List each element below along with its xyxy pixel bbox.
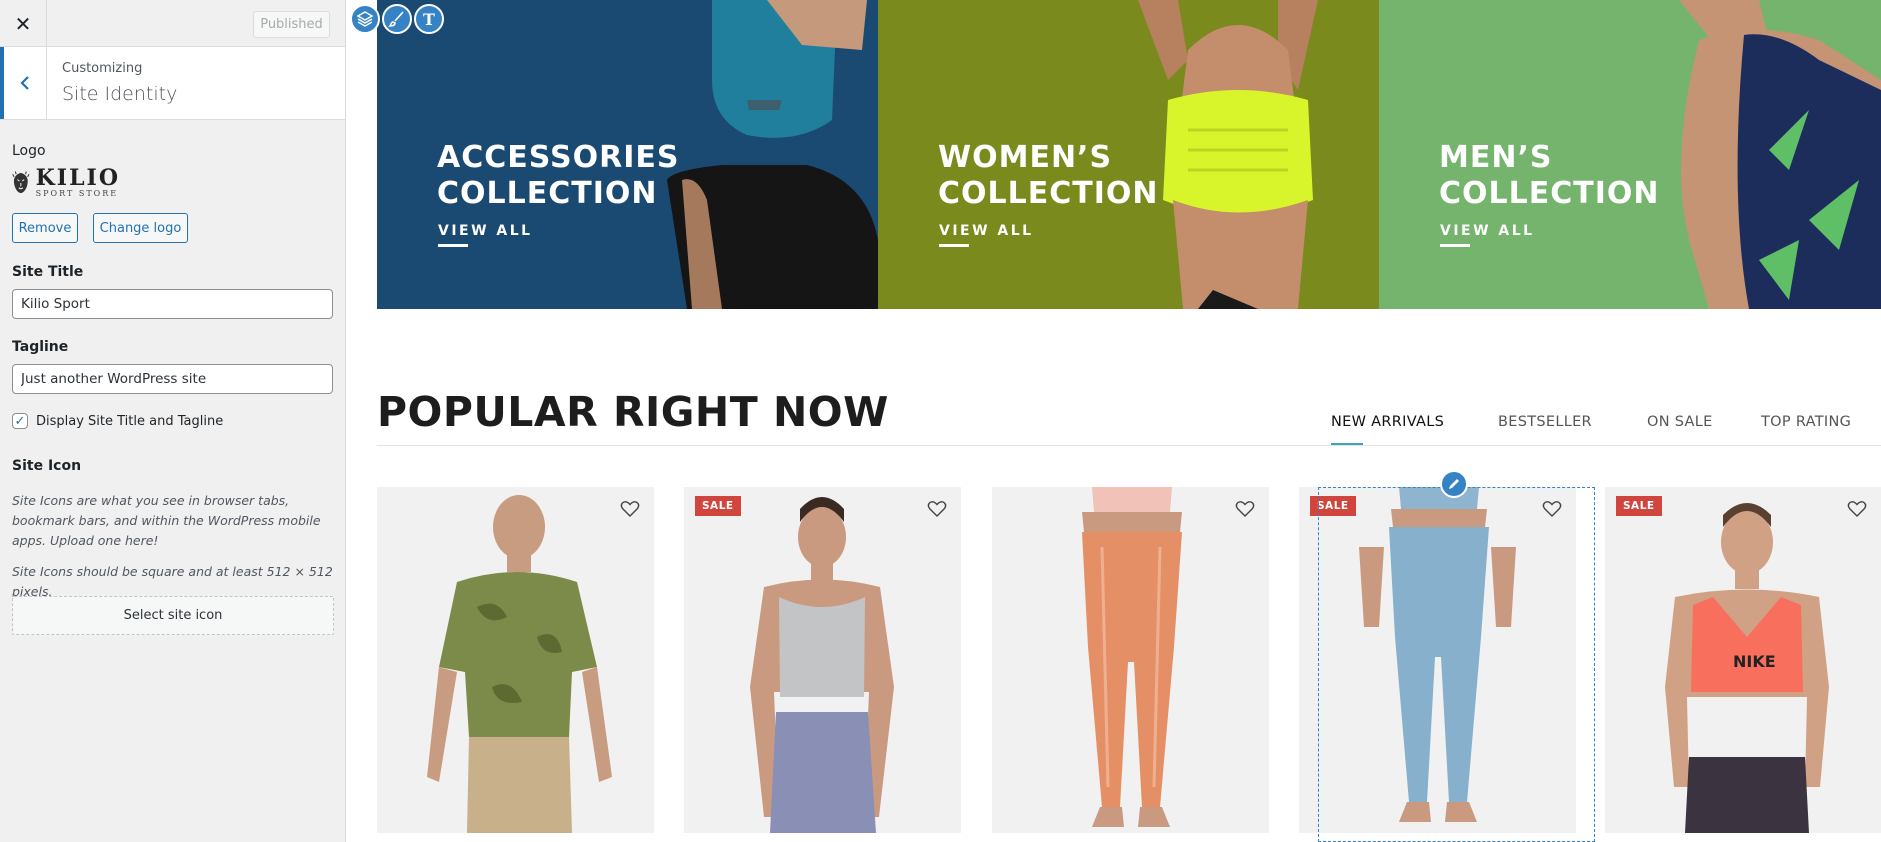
tab-on-sale[interactable]: ON SALE — [1647, 414, 1713, 430]
edit-shortcut-button[interactable] — [1440, 470, 1468, 498]
site-logo: KILIO SPORT STORE — [12, 164, 120, 202]
brush-shortcut-button[interactable] — [382, 4, 412, 34]
close-customizer-button[interactable]: ✕ — [0, 0, 47, 47]
sale-badge: SALE — [1616, 496, 1662, 516]
banner-womens[interactable]: WOMEN’S COLLECTION VIEW ALL — [878, 0, 1379, 309]
back-button[interactable] — [0, 47, 47, 119]
change-logo-button[interactable]: Change logo — [93, 213, 188, 243]
close-icon: ✕ — [14, 11, 32, 36]
customizer-header: ✕ Published — [0, 0, 345, 47]
product-card[interactable] — [377, 487, 654, 833]
banner-title: WOMEN’S COLLECTION — [938, 140, 1159, 211]
product-image — [1082, 487, 1182, 827]
link-underline — [438, 244, 468, 247]
product-card[interactable]: SALE — [1299, 487, 1576, 833]
tagline-input[interactable] — [12, 364, 333, 394]
tab-bestseller[interactable]: BESTSELLER — [1498, 414, 1592, 430]
banner-title: MEN’S COLLECTION — [1439, 140, 1660, 211]
tagline-label: Tagline — [12, 339, 69, 355]
site-icon-label: Site Icon — [12, 458, 82, 474]
tab-new-arrivals[interactable]: NEW ARRIVALS — [1331, 414, 1444, 430]
logo-label: Logo — [12, 143, 46, 159]
product-image — [750, 497, 894, 833]
layers-shortcut-button[interactable] — [350, 4, 380, 34]
heart-icon[interactable] — [1847, 500, 1867, 518]
product-image — [427, 495, 612, 833]
product-card[interactable]: SALE — [684, 487, 961, 833]
text-shortcut-button[interactable]: T — [414, 4, 444, 34]
product-card[interactable]: NIKE SALE — [1605, 487, 1881, 833]
brush-icon — [388, 11, 404, 27]
tab-top-rating[interactable]: TOP RATING — [1761, 414, 1851, 430]
display-title-tagline-label[interactable]: Display Site Title and Tagline — [36, 414, 223, 429]
display-title-tagline-checkbox[interactable]: ✓ — [12, 413, 28, 429]
heart-icon[interactable] — [1542, 500, 1562, 518]
divider — [377, 445, 1881, 446]
select-site-icon-button[interactable]: Select site icon — [12, 596, 334, 635]
site-preview: T ACCESSORIES COLLECTION VIEW ALL WOMEN’S… — [347, 0, 1881, 842]
edit-shortcuts: T — [350, 4, 444, 34]
section-header: Customizing Site Identity — [0, 47, 345, 120]
site-title-label: Site Title — [12, 264, 84, 280]
banner-view-all-link[interactable]: VIEW ALL — [438, 223, 533, 239]
banner-accessories[interactable]: ACCESSORIES COLLECTION VIEW ALL — [377, 0, 878, 309]
banner-view-all-link[interactable]: VIEW ALL — [1440, 223, 1535, 239]
banner-view-all-link[interactable]: VIEW ALL — [939, 223, 1034, 239]
link-underline — [939, 244, 969, 247]
site-title-input[interactable] — [12, 289, 333, 319]
layers-icon — [356, 11, 374, 27]
sale-badge: SALE — [1310, 496, 1356, 516]
section-breadcrumb: Customizing — [62, 61, 143, 76]
banner-mens[interactable]: MEN’S COLLECTION VIEW ALL — [1379, 0, 1881, 309]
publish-button[interactable]: Published — [253, 11, 330, 38]
product-card[interactable] — [992, 487, 1269, 833]
product-image: NIKE — [1665, 503, 1829, 833]
product-image — [1359, 487, 1516, 822]
site-icon-description: Site Icons are what you see in browser t… — [12, 493, 321, 548]
customizer-sidebar: ✕ Published Customizing Site Identity Lo… — [0, 0, 346, 842]
heart-icon[interactable] — [620, 500, 640, 518]
text-icon: T — [423, 9, 435, 29]
pencil-icon — [1449, 479, 1459, 489]
chevron-left-icon — [20, 76, 29, 90]
section-title: Site Identity — [62, 83, 178, 105]
logo-subtitle: SPORT STORE — [35, 189, 119, 198]
heart-icon[interactable] — [927, 500, 947, 518]
lion-logo-icon — [12, 171, 30, 194]
logo-wordmark: KILIO — [35, 165, 120, 191]
remove-logo-button[interactable]: Remove — [12, 213, 78, 243]
link-underline — [1440, 244, 1470, 247]
banner-title: ACCESSORIES COLLECTION — [437, 140, 680, 211]
sale-badge: SALE — [695, 496, 741, 516]
product-tabs: NEW ARRIVALS BESTSELLER ON SALE TOP RATI… — [347, 410, 1881, 446]
checkmark-icon: ✓ — [14, 413, 26, 429]
heart-icon[interactable] — [1235, 500, 1255, 518]
svg-text:NIKE: NIKE — [1733, 652, 1776, 671]
